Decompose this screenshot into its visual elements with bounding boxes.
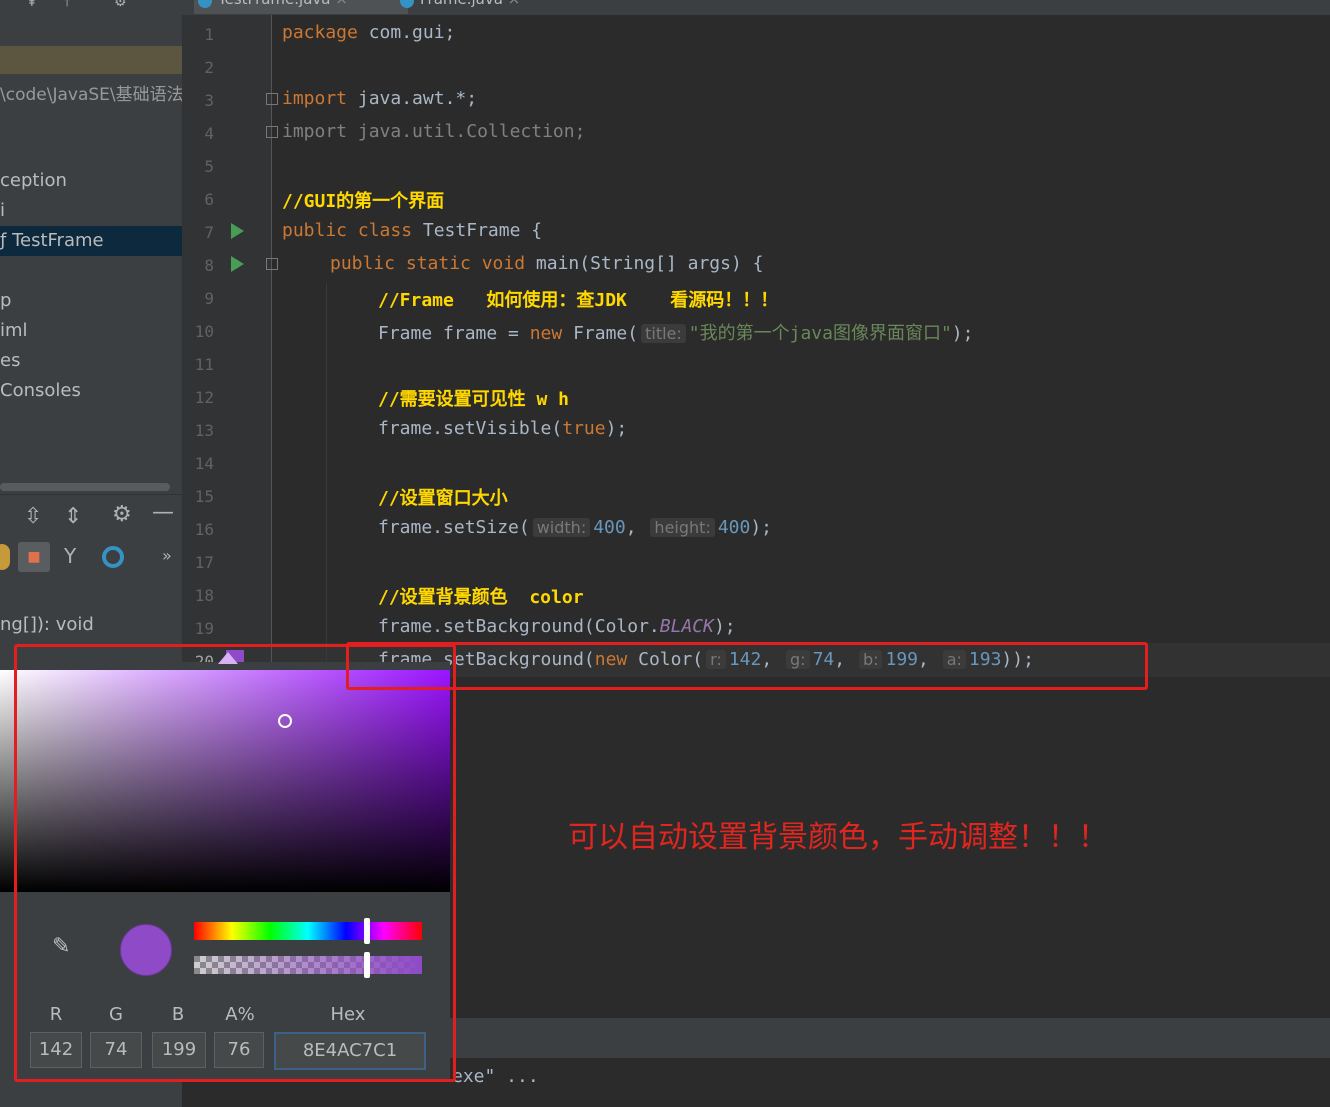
circle-icon[interactable] (0, 544, 10, 570)
minimize-icon[interactable]: — (152, 500, 174, 525)
tab-testframe-label: TestFrame.java (218, 0, 330, 8)
code-line-7[interactable]: public class TestFrame { (282, 220, 542, 241)
tree-item-p[interactable]: p (0, 290, 11, 311)
tree-item-consoles[interactable]: Consoles (0, 380, 81, 401)
annotation-text: 可以自动设置背景颜色，手动调整！！！ (568, 820, 1108, 855)
gear-icon[interactable]: ⚙ (112, 502, 132, 527)
class-icon: ƒ (0, 230, 13, 251)
code-line-4[interactable]: import java.util.Collection; (282, 121, 585, 142)
tab-frame-label: Frame.java (420, 0, 503, 8)
editor-tabs: TestFrame.java × Frame.java × (182, 0, 1330, 15)
line-number: 4 (204, 124, 214, 143)
method-signature[interactable]: ng[]): void (0, 614, 94, 635)
horizontal-scrollbar[interactable] (0, 483, 170, 491)
line-number: 19 (194, 619, 214, 638)
line-number: 6 (204, 190, 214, 209)
tree-item-exception[interactable]: ception (0, 170, 67, 191)
code-line-9[interactable]: //Frame 如何使用：查JDK 看源码！！！ (378, 286, 778, 312)
tree-item-gui[interactable]: i (0, 200, 5, 221)
code-line-6[interactable]: //GUI的第一个界面 (282, 187, 444, 213)
annotation-box-code (346, 642, 1148, 690)
line-number: 17 (194, 553, 214, 572)
structure-toolbar: ⇳ ⇕ ⚙ — ■ Y » (0, 500, 182, 580)
annotation-box-picker (14, 644, 456, 1082)
line-number: 14 (194, 454, 214, 473)
fold-icon[interactable] (266, 126, 278, 138)
line-number: 1 (204, 25, 214, 44)
gear-icon[interactable]: ⚙ (114, 0, 134, 10)
tree-item-iml[interactable]: iml (0, 320, 28, 341)
structure-divider (0, 494, 182, 495)
param-hint: height: (650, 518, 715, 537)
code-line-16[interactable]: frame.setSize(width: 400, height: 400); (378, 517, 772, 538)
line-number: 18 (194, 586, 214, 605)
java-class-icon (198, 0, 212, 8)
close-icon[interactable]: × (335, 0, 348, 8)
line-number: 2 (204, 58, 214, 77)
console-text: exe" ... (452, 1066, 539, 1087)
tree-item-libraries[interactable]: es (0, 350, 20, 371)
line-number: 8 (204, 256, 214, 275)
code-line-8[interactable]: public static void main(String[] args) { (330, 253, 764, 274)
code-line-13[interactable]: frame.setVisible(true); (378, 418, 627, 439)
code-line-18[interactable]: //设置背景颜色 color (378, 583, 584, 609)
fold-icon[interactable] (266, 258, 278, 270)
more-icon[interactable]: » (162, 546, 172, 565)
expand-all-icon[interactable]: ⇞ (26, 0, 46, 10)
selected-file-row (0, 46, 182, 74)
target-icon[interactable] (102, 546, 124, 568)
line-number: 10 (194, 322, 214, 341)
close-icon[interactable]: × (508, 0, 521, 8)
line-number: 13 (194, 421, 214, 440)
collapse-all-icon[interactable]: ⇕ (64, 504, 82, 529)
param-hint: width: (532, 518, 591, 537)
fold-icon[interactable] (266, 93, 278, 105)
run-icon[interactable] (231, 256, 244, 272)
tree-item-testframe[interactable]: ƒ TestFrame (0, 230, 104, 251)
line-number: 9 (204, 289, 214, 308)
tab-frame[interactable]: Frame.java × (396, 0, 580, 14)
code-line-12[interactable]: //需要设置可见性 w h (378, 385, 569, 411)
code-line-10[interactable]: Frame frame = new Frame(title: "我的第一个java… (378, 319, 973, 345)
line-number: 7 (204, 223, 214, 242)
indent-guide (326, 283, 327, 663)
line-number: 15 (194, 487, 214, 506)
code-line-15[interactable]: //设置窗口大小 (378, 484, 508, 510)
tree-item-testframe-label: TestFrame (12, 230, 104, 251)
project-path: \code\JavaSE\基础语法 (0, 85, 184, 105)
line-number: 16 (194, 520, 214, 539)
tab-testframe[interactable]: TestFrame.java × (194, 0, 408, 14)
line-number: 12 (194, 388, 214, 407)
lock-icon[interactable]: ■ (18, 542, 50, 572)
java-class-icon (400, 0, 414, 8)
project-toolbar: ⇞ ⤒ ⚙ (0, 0, 182, 10)
line-number: 5 (204, 157, 214, 176)
collapse-icon[interactable]: ⤒ (64, 0, 84, 10)
fork-icon[interactable]: Y (64, 544, 76, 568)
expand-all-icon[interactable]: ⇳ (24, 504, 42, 529)
code-line-3[interactable]: import java.awt.*; (282, 88, 477, 109)
code-line-1[interactable]: package com.gui; (282, 22, 455, 43)
param-hint: title: (641, 324, 686, 343)
line-number: 11 (194, 355, 214, 374)
code-line-19[interactable]: frame.setBackground(Color.BLACK); (378, 616, 736, 637)
run-icon[interactable] (231, 223, 244, 239)
line-number: 3 (204, 91, 214, 110)
